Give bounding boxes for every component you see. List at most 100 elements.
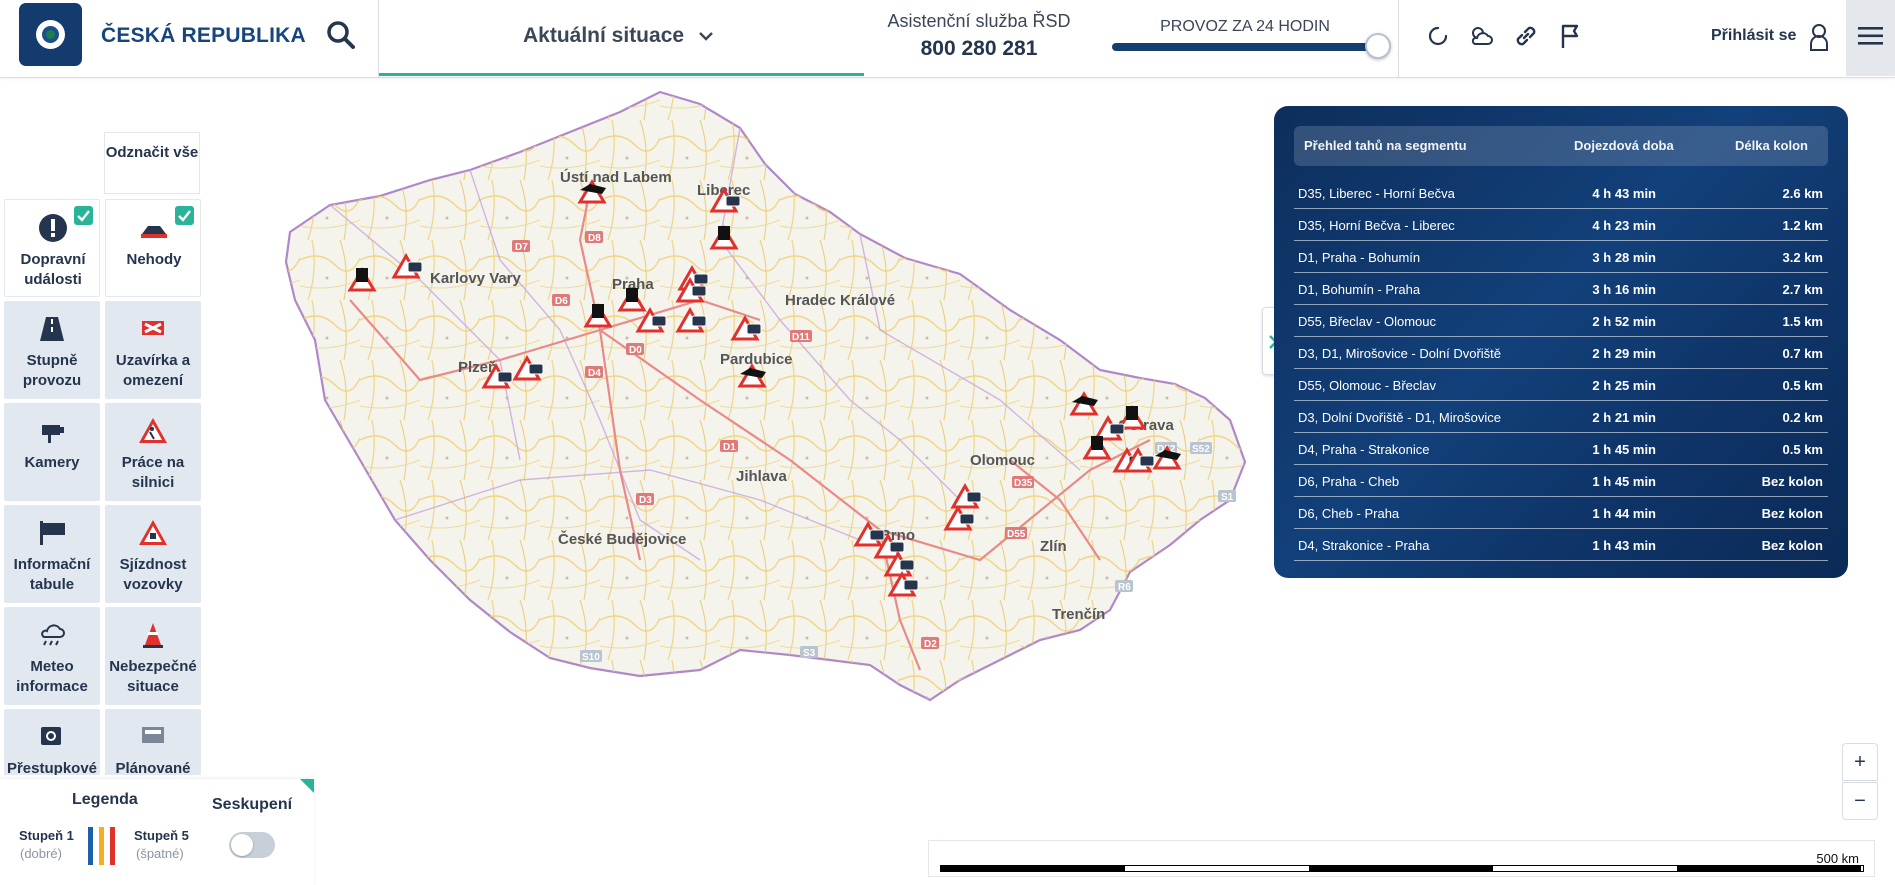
flag-icon[interactable] [1557,22,1585,50]
segment-row[interactable]: D6, Praha - Cheb 1 h 45 min Bez kolon [1294,466,1828,497]
layer-tile-violations[interactable]: Přestupkové [4,709,100,775]
grouping-toggle[interactable] [229,832,275,858]
level-color-bar [110,827,115,865]
svg-text:D2: D2 [924,639,937,650]
checkbox-checked[interactable] [175,206,194,225]
queue-length: 0.5 km [1782,442,1823,457]
level-5-sublabel: (špatné) [136,846,184,861]
car-crash-icon [141,226,167,238]
zoom-out-button[interactable]: − [1842,782,1878,820]
chevron-down-icon [699,32,713,41]
layer-tile-info-boards[interactable]: Informační tabule [4,505,100,603]
search-icon[interactable] [325,19,357,51]
legend-panel: Legenda Stupeň 1 (dobré) Stupeň 5 (špatn… [0,779,314,885]
road-shield: D3 [636,493,654,506]
layer-tile-label: Práce na silnici [121,454,185,491]
logo[interactable] [19,3,82,66]
svg-text:D1: D1 [723,442,736,453]
col-queue-length: Délka kolon [1735,138,1808,153]
col-segment: Přehled tahů na segmentu [1304,138,1467,153]
segment-row[interactable]: D55, Břeclav - Olomouc 2 h 52 min 1.5 km [1294,306,1828,337]
top-header: ČESKÁ REPUBLIKA Aktuální situace Asisten… [0,0,1895,78]
road-shield: D2 [921,637,939,650]
layer-tile-label: Stupně provozu [22,352,82,389]
travel-time: 2 h 21 min [1592,410,1656,425]
layer-tile-traffic-levels[interactable]: Stupně provozu [4,301,100,399]
level-5-label: Stupeň 5 [134,828,189,843]
traffic-slider-track[interactable] [1112,43,1378,51]
login-link[interactable]: Přihlásit se [1711,27,1796,45]
layer-tile-label: Nehody [126,251,182,268]
level-1-label: Stupeň 1 [19,828,74,843]
hotline-number[interactable]: 800 280 281 [884,37,1074,61]
road-shield: S1 [1218,490,1236,503]
legend-title: Legenda [72,791,138,808]
link-icon[interactable] [1512,22,1540,50]
segment-name: D4, Strakonice - Praha [1298,538,1430,553]
segment-row[interactable]: D3, Dolní Dvořiště - D1, Mirošovice 2 h 2… [1294,402,1828,433]
segment-row[interactable]: D4, Praha - Strakonice 1 h 45 min 0.5 km [1294,434,1828,465]
layer-tile-cameras[interactable]: Kamery [4,403,100,501]
road-shield: D55 [1005,527,1027,540]
travel-time: 3 h 16 min [1592,282,1656,297]
refresh-icon[interactable] [1424,22,1452,50]
brand-title[interactable]: ČESKÁ REPUBLIKA [101,24,306,48]
road-icon [40,317,64,341]
segment-name: D1, Praha - Bohumín [1298,250,1421,265]
city-label: Zlín [1040,538,1067,555]
situation-dropdown[interactable]: Aktuální situace [379,0,864,76]
segment-row[interactable]: D6, Cheb - Praha 1 h 44 min Bez kolon [1294,498,1828,529]
layer-tile-label: Sjízdnost vozovky [119,556,187,593]
city-label: Ústí nad Labem [560,168,672,186]
traffic-slider-label: PROVOZ ZA 24 HODIN [1160,18,1330,35]
city-label: Karlovy Vary [430,270,522,287]
travel-time: 1 h 43 min [1592,538,1656,553]
user-icon[interactable] [1805,22,1833,52]
zoom-in-button[interactable]: + [1842,743,1878,781]
layer-tile-meteo[interactable]: Meteo informace [4,607,100,705]
traffic-slider-handle[interactable] [1365,33,1391,59]
travel-time: 1 h 45 min [1592,442,1656,457]
segment-row[interactable]: D35, Liberec - Horní Bečva 4 h 43 min 2.6 … [1294,178,1828,209]
checkbox-checked[interactable] [74,206,93,225]
traffic-level-color-bars [88,827,120,865]
layer-tile-roadworks[interactable]: Práce na silnici [105,403,201,501]
col-travel-time: Dojezdová doba [1574,138,1674,153]
layer-sidebar: Odznačit vše Dopravní události Nehody Stup… [0,130,205,775]
segment-row[interactable]: D4, Strakonice - Praha 1 h 43 min Bez kolo… [1294,530,1828,561]
svg-text:D11: D11 [792,332,810,343]
check-icon [77,210,90,222]
layer-tile-road-conditions[interactable]: Sjízdnost vozovky [105,505,201,603]
grouping-label: Seskupení [212,796,293,813]
segment-row[interactable]: D35, Horní Bečva - Liberec 4 h 23 min 1.2 … [1294,210,1828,241]
travel-time: 2 h 25 min [1592,378,1656,393]
svg-text:D4: D4 [588,368,601,379]
segment-name: D1, Bohumín - Praha [1298,282,1421,297]
menu-button[interactable] [1846,0,1895,76]
unselect-all-button[interactable]: Odznačit vše [104,132,200,194]
travel-time: 2 h 29 min [1592,346,1656,361]
level-1-sublabel: (dobré) [20,846,62,861]
road-shield: D1 [720,440,738,453]
layer-tile-incidents[interactable]: Dopravní události [4,199,100,297]
segment-row[interactable]: D3, D1, Mirošovice - Dolní Dvořiště 2 h 2… [1294,338,1828,369]
road-shield: D7 [512,240,530,253]
segment-name: D6, Praha - Cheb [1298,474,1400,489]
layer-tile-accidents[interactable]: Nehody [105,199,201,297]
segment-name: D4, Praha - Strakonice [1298,442,1430,457]
svg-text:D8: D8 [588,233,601,244]
layer-tile-dangerous-situations[interactable]: Nebezpečné situace [105,607,201,705]
layer-tile-planned[interactable]: Plánované [105,709,201,775]
svg-text:D35: D35 [1014,478,1033,489]
segment-row[interactable]: D55, Olomouc - Břeclav 2 h 25 min 0.5 km [1294,370,1828,401]
segment-row[interactable]: D1, Praha - Bohumín 3 h 28 min 3.2 km [1294,242,1828,273]
hotline-title: Asistenční služba ŘSD [887,11,1071,31]
weather-icon[interactable] [1467,22,1495,50]
layer-tile-closures[interactable]: Uzavírka a omezení [105,301,201,399]
travel-time: 3 h 28 min [1592,250,1656,265]
layer-tile-label: Meteo informace [16,658,88,695]
svg-text:D7: D7 [515,242,528,253]
segment-row[interactable]: D1, Bohumín - Praha 3 h 16 min 2.7 km [1294,274,1828,305]
level-color-bar [88,827,93,865]
legend-corner-marker[interactable] [300,779,314,793]
